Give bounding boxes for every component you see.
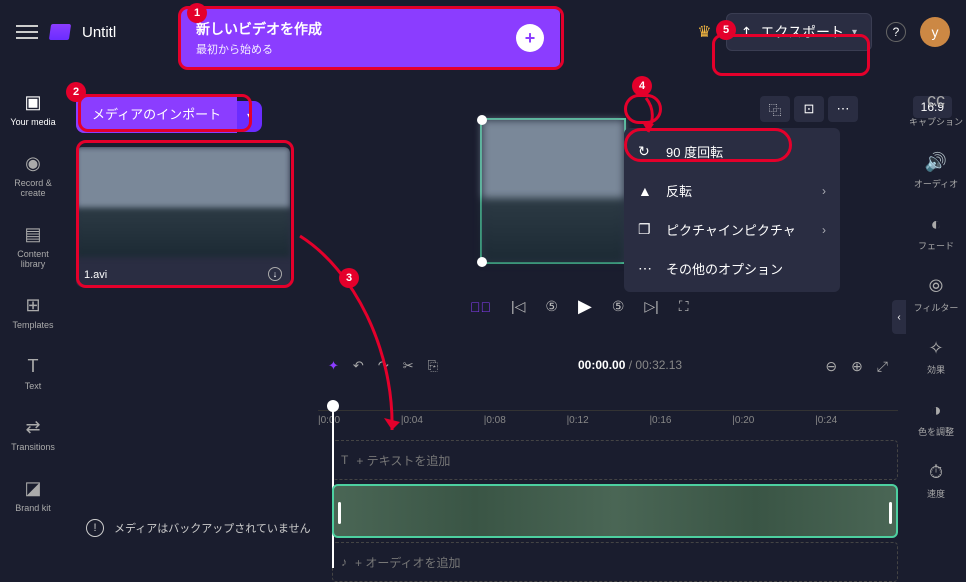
- avatar[interactable]: y: [920, 17, 950, 47]
- warning-icon: !: [86, 519, 104, 537]
- help-icon[interactable]: ?: [886, 22, 906, 42]
- create-video-popup[interactable]: 新しいビデオを作成 最初から始める +: [180, 8, 560, 68]
- skip-start-button[interactable]: |◁: [511, 298, 525, 315]
- media-panel: メディアのインポート▾ 1.avi ↓: [76, 94, 296, 287]
- popup-title: 新しいビデオを作成: [196, 19, 516, 39]
- dots-icon: ⋯: [638, 260, 654, 277]
- export-label: エクスポート: [760, 22, 844, 42]
- timeline-ruler[interactable]: |0:00 |0:04 |0:08 |0:12 |0:16 |0:20 |0:2…: [318, 410, 898, 436]
- zoom-in-button[interactable]: ⊕: [851, 358, 863, 375]
- prop-effects[interactable]: ✧効果: [906, 334, 966, 380]
- app-logo[interactable]: [49, 24, 71, 40]
- export-button[interactable]: ↥ エクスポート ▾: [726, 13, 872, 51]
- upload-icon: ↥: [741, 24, 753, 41]
- sidebar-record[interactable]: ◉Record & create: [3, 149, 63, 202]
- magic-button[interactable]: ✦⃠: [470, 299, 491, 315]
- brandkit-icon: ◪: [24, 478, 41, 499]
- popup-subtitle: 最初から始める: [196, 41, 516, 57]
- speed-icon: ⏱: [929, 462, 943, 483]
- speaker-icon: 🔊: [925, 152, 947, 173]
- skip-end-button[interactable]: ▷|: [644, 298, 658, 315]
- undo-button[interactable]: ↶: [353, 358, 364, 374]
- templates-icon: ⊞: [25, 295, 40, 316]
- pip-icon: ❐: [638, 221, 654, 238]
- zoom-out-button[interactable]: ⊖: [825, 358, 837, 375]
- anno-marker-4: 4: [632, 76, 652, 96]
- library-icon: ▤: [24, 224, 41, 245]
- chevron-right-icon: ›: [822, 223, 826, 237]
- prop-speed[interactable]: ⏱速度: [906, 458, 966, 504]
- play-button[interactable]: ▶: [578, 296, 592, 317]
- import-media-button[interactable]: メディアのインポート: [76, 94, 237, 133]
- media-filename: 1.avi: [84, 269, 107, 281]
- premium-icon[interactable]: ♛: [697, 22, 711, 42]
- crop-button[interactable]: ⿻: [760, 96, 790, 122]
- resize-handle-bl[interactable]: [477, 257, 487, 267]
- video-clip[interactable]: [332, 484, 898, 538]
- transitions-icon: ⇄: [25, 417, 40, 438]
- media-icon: ▣: [24, 92, 41, 113]
- ctx-flip[interactable]: ▲反転›: [624, 171, 840, 210]
- ctx-more[interactable]: ⋯その他のオプション: [624, 249, 840, 288]
- sidebar-library[interactable]: ▤Content library: [3, 220, 63, 273]
- anno-marker-3: 3: [339, 268, 359, 288]
- right-sidebar: ccキャプション 🔊オーディオ ◐フェード ⦾フィルター ✧効果 ◑色を調整 ⏱…: [906, 80, 966, 548]
- sidebar-templates[interactable]: ⊞Templates: [3, 291, 63, 334]
- prop-captions[interactable]: ccキャプション: [906, 86, 966, 132]
- text-track[interactable]: T+ テキストを追加: [332, 440, 898, 480]
- resize-handle-tl[interactable]: [477, 115, 487, 125]
- rotate-icon: ↻: [638, 143, 654, 160]
- split-button[interactable]: ✂: [403, 358, 414, 374]
- menu-icon[interactable]: [16, 25, 38, 39]
- ctx-pip[interactable]: ❐ピクチャインピクチャ›: [624, 210, 840, 249]
- canvas-clip: [482, 120, 624, 262]
- timecode: 00:00.00 / 00:32.13: [578, 358, 682, 372]
- sidebar-your-media[interactable]: ▣Your media: [3, 88, 63, 131]
- audio-track[interactable]: ♪+ オーディオを追加: [332, 542, 898, 582]
- left-sidebar: ▣Your media ◉Record & create ▤Content li…: [0, 78, 66, 548]
- flip-icon: ▲: [638, 183, 654, 199]
- effects-icon: ✧: [928, 338, 943, 359]
- text-icon: T: [28, 356, 39, 377]
- thumbnail-image: [76, 147, 290, 257]
- prop-audio[interactable]: 🔊オーディオ: [906, 148, 966, 194]
- collapse-right-rail[interactable]: ‹: [892, 300, 906, 334]
- sidebar-transitions[interactable]: ⇄Transitions: [3, 413, 63, 456]
- more-button[interactable]: ⋯: [828, 96, 858, 122]
- fullscreen-button[interactable]: ⛶: [679, 298, 689, 315]
- chevron-down-icon: ▾: [852, 27, 857, 38]
- prop-color[interactable]: ◑色を調整: [906, 396, 966, 442]
- preview-canvas[interactable]: ↻: [480, 118, 626, 264]
- context-menu: ↻90 度回転 ▲反転› ❐ピクチャインピクチャ› ⋯その他のオプション: [624, 128, 840, 292]
- step-back-button[interactable]: ⑤: [545, 298, 558, 315]
- color-icon: ◑: [931, 400, 942, 421]
- music-icon: ♪: [341, 555, 347, 569]
- copy-button[interactable]: ⎘: [428, 358, 438, 374]
- playback-controls: ✦⃠ |◁ ⑤ ▶ ⑤ ▷| ⛶: [470, 296, 689, 317]
- ai-button[interactable]: ✦: [328, 358, 339, 374]
- fade-icon: ◐: [931, 214, 942, 235]
- cc-icon: cc: [927, 90, 945, 111]
- sidebar-text[interactable]: TText: [3, 352, 63, 395]
- project-title[interactable]: Untitl: [82, 24, 116, 41]
- backup-warning[interactable]: ! メディアはバックアップされていません: [86, 519, 311, 537]
- camera-icon: ◉: [25, 153, 41, 174]
- chevron-right-icon: ›: [822, 184, 826, 198]
- anno-box-4-dots: [624, 94, 662, 124]
- download-icon[interactable]: ↓: [268, 267, 282, 281]
- fit-button[interactable]: ⊡: [794, 96, 824, 122]
- text-icon: T: [341, 453, 348, 467]
- prop-filter[interactable]: ⦾フィルター: [906, 272, 966, 318]
- plus-icon[interactable]: +: [516, 24, 544, 52]
- media-thumbnail[interactable]: 1.avi ↓: [76, 147, 290, 287]
- filter-icon: ⦾: [929, 276, 943, 297]
- sidebar-brandkit[interactable]: ◪Brand kit: [3, 474, 63, 517]
- import-dropdown[interactable]: ▾: [237, 101, 262, 132]
- step-fwd-button[interactable]: ⑤: [612, 298, 625, 315]
- redo-button[interactable]: ↷: [378, 358, 389, 374]
- prop-fade[interactable]: ◐フェード: [906, 210, 966, 256]
- zoom-fit-button[interactable]: ⤢: [877, 358, 888, 375]
- ctx-rotate-90[interactable]: ↻90 度回転: [624, 132, 840, 171]
- timeline: ✦ ↶ ↷ ✂ ⎘ 00:00.00 / 00:32.13 ⊖ ⊕ ⤢ |0:0…: [318, 352, 898, 548]
